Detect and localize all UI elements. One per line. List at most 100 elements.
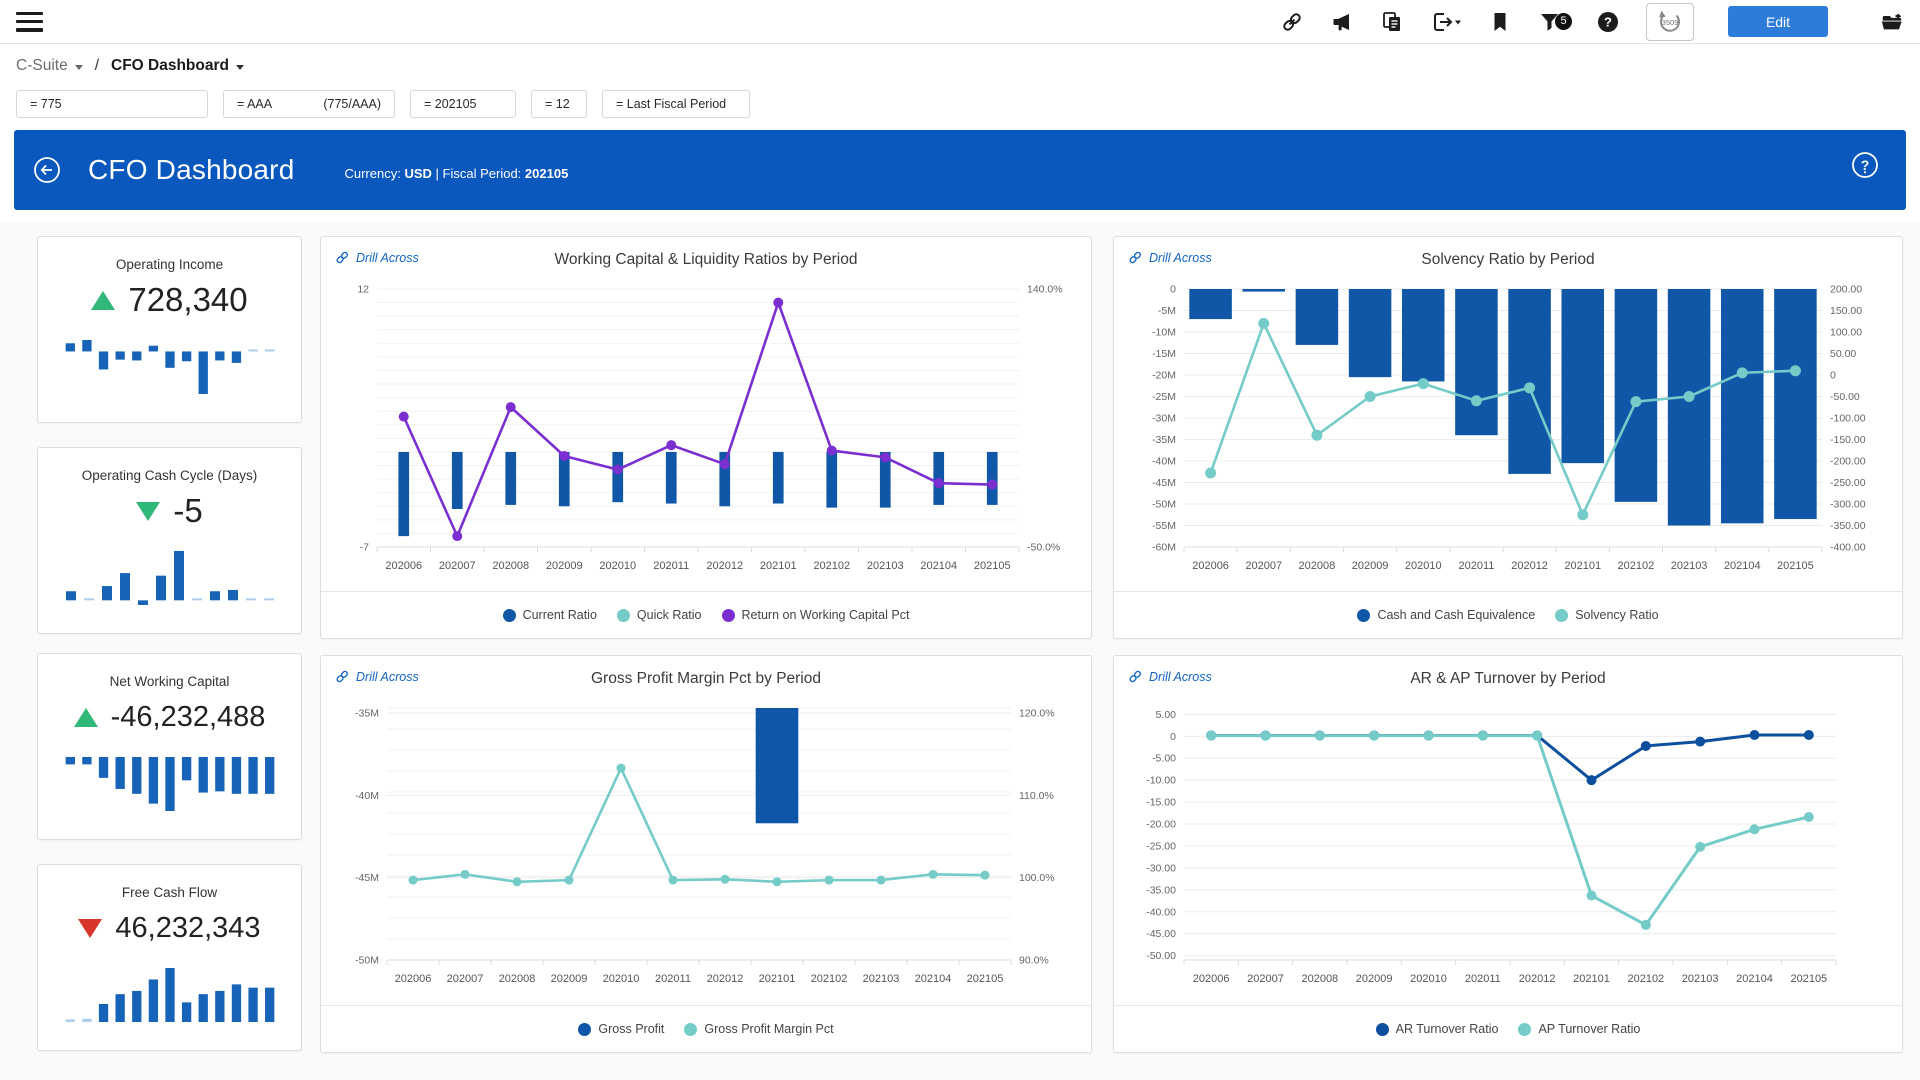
filter-chip-bar: = 775 = AAA(775/AAA) = 202105 = 12 = Las… <box>16 90 750 118</box>
folder-icon[interactable] <box>1880 10 1904 34</box>
chevron-down-icon <box>75 65 83 70</box>
chart-plot[interactable]: 12-7140.0%-50.0%202006202007202008202009… <box>329 281 1085 587</box>
legend-label: Cash and Cash Equivalence <box>1377 608 1535 622</box>
svg-text:202104: 202104 <box>1724 560 1761 572</box>
filter-chip[interactable]: = 202105 <box>410 90 516 118</box>
legend-item[interactable]: AP Turnover Ratio <box>1518 1022 1640 1036</box>
svg-text:202011: 202011 <box>1458 560 1494 572</box>
back-button[interactable] <box>32 155 62 185</box>
svg-text:-35M: -35M <box>355 707 379 719</box>
chart-title: Solvency Ratio by Period <box>1174 251 1842 269</box>
kpi-card-free-cash-flow: Free Cash Flow 46,232,343 <box>37 864 302 1051</box>
chart-plot[interactable]: -35M-40M-45M-50M120.0%110.0%100.0%90.0%2… <box>329 700 1085 1000</box>
legend-item[interactable]: AR Turnover Ratio <box>1376 1022 1499 1036</box>
svg-text:-25.00: -25.00 <box>1146 840 1176 852</box>
chart-title: Working Capital & Liquidity Ratios by Pe… <box>381 251 1031 269</box>
svg-text:202104: 202104 <box>920 560 957 572</box>
legend-label: AP Turnover Ratio <box>1538 1022 1640 1036</box>
svg-text:202101: 202101 <box>1564 560 1601 572</box>
chart-panel-solvency-ratio: Drill Across Solvency Ratio by Period 0-… <box>1113 236 1903 639</box>
svg-text:202102: 202102 <box>813 560 850 572</box>
breadcrumb: C-Suite / CFO Dashboard <box>0 44 244 88</box>
breadcrumb-parent-dropdown[interactable]: C-Suite <box>16 57 83 75</box>
trend-down-icon <box>136 502 160 521</box>
svg-text:100.0%: 100.0% <box>1019 872 1055 884</box>
kpi-sparkline <box>62 549 278 607</box>
svg-text:-55M: -55M <box>1152 520 1176 532</box>
legend-item[interactable]: Solvency Ratio <box>1555 608 1658 622</box>
top-toolbar: 5 ? 3509 Edit <box>0 0 1920 44</box>
menu-icon[interactable] <box>16 12 43 32</box>
svg-text:-5M: -5M <box>1158 305 1176 317</box>
kpi-card-operating-cash-cycle: Operating Cash Cycle (Days) -5 <box>37 447 302 634</box>
edit-button[interactable]: Edit <box>1728 6 1828 37</box>
bookmark-icon[interactable] <box>1488 10 1512 34</box>
svg-text:-25M: -25M <box>1152 391 1176 403</box>
kpi-sparkline <box>62 338 278 396</box>
svg-text:202010: 202010 <box>599 560 636 572</box>
svg-text:50.00: 50.00 <box>1830 348 1856 360</box>
share-link-icon[interactable] <box>1280 10 1304 34</box>
svg-text:0: 0 <box>1170 731 1176 743</box>
copy-icon[interactable] <box>1380 10 1404 34</box>
kpi-card-net-working-capital: Net Working Capital -46,232,488 <box>37 653 302 840</box>
legend-item[interactable]: Return on Working Capital Pct <box>722 608 910 622</box>
legend-label: Quick Ratio <box>637 608 702 622</box>
svg-text:120.0%: 120.0% <box>1019 707 1055 719</box>
svg-text:110.0%: 110.0% <box>1019 790 1054 802</box>
svg-text:-50.00: -50.00 <box>1146 950 1176 962</box>
svg-text:-20M: -20M <box>1152 370 1176 382</box>
svg-text:202007: 202007 <box>439 560 476 572</box>
chart-legend: AR Turnover Ratio AP Turnover Ratio <box>1114 1005 1902 1052</box>
svg-text:-7: -7 <box>360 542 369 554</box>
svg-text:202102: 202102 <box>811 973 848 985</box>
svg-text:-400.00: -400.00 <box>1830 542 1866 554</box>
svg-text:150.00: 150.00 <box>1830 305 1862 317</box>
svg-text:202103: 202103 <box>1682 973 1719 985</box>
svg-text:202101: 202101 <box>1573 973 1610 985</box>
megaphone-icon[interactable] <box>1330 10 1354 34</box>
header-help-icon[interactable]: ? <box>1850 150 1880 185</box>
filter-icon[interactable]: 5 <box>1538 10 1562 34</box>
svg-text:-50M: -50M <box>355 955 379 967</box>
help-icon[interactable]: ? <box>1596 10 1620 34</box>
svg-text:-45M: -45M <box>1152 477 1176 489</box>
svg-text:202011: 202011 <box>655 973 691 985</box>
link-icon <box>1128 250 1143 265</box>
svg-text:-40M: -40M <box>1152 456 1176 468</box>
svg-text:-300.00: -300.00 <box>1830 499 1866 511</box>
svg-text:202011: 202011 <box>653 560 689 572</box>
export-icon[interactable] <box>1430 10 1462 34</box>
svg-text:202010: 202010 <box>1410 973 1447 985</box>
legend-item[interactable]: Gross Profit <box>578 1022 664 1036</box>
filter-chip[interactable]: = AAA(775/AAA) <box>223 90 395 118</box>
chart-plot[interactable]: 0-5M-10M-15M-20M-25M-30M-35M-40M-45M-50M… <box>1122 281 1896 587</box>
legend-item[interactable]: Current Ratio <box>503 608 597 622</box>
breadcrumb-current-dropdown[interactable]: CFO Dashboard <box>111 57 244 75</box>
kpi-title: Free Cash Flow <box>38 885 301 900</box>
revert-icon[interactable]: 3509 <box>1646 3 1694 41</box>
svg-text:202007: 202007 <box>447 973 484 985</box>
svg-text:-50.00: -50.00 <box>1830 391 1860 403</box>
chart-plot[interactable]: 5.000-5.00-10.00-15.00-20.00-25.00-30.00… <box>1122 700 1896 1000</box>
filter-chip[interactable]: = Last Fiscal Period <box>602 90 750 118</box>
legend-item[interactable]: Quick Ratio <box>617 608 702 622</box>
trend-up-icon <box>91 291 115 310</box>
chart-panel-gross-profit-margin: Drill Across Gross Profit Margin Pct by … <box>320 655 1092 1053</box>
kpi-value: 46,232,343 <box>115 912 260 945</box>
header-subtitle: Currency: USD | Fiscal Period: 202105 <box>344 166 568 181</box>
svg-text:202009: 202009 <box>551 973 588 985</box>
legend-item[interactable]: Gross Profit Margin Pct <box>684 1022 833 1036</box>
svg-text:-45.00: -45.00 <box>1146 928 1176 940</box>
svg-text:-350.00: -350.00 <box>1830 520 1866 532</box>
legend-dot <box>1555 609 1568 622</box>
svg-text:202103: 202103 <box>867 560 904 572</box>
legend-item[interactable]: Cash and Cash Equivalence <box>1357 608 1535 622</box>
filter-chip[interactable]: = 12 <box>531 90 587 118</box>
svg-text:-150.00: -150.00 <box>1830 434 1866 446</box>
svg-text:12: 12 <box>357 284 369 296</box>
kpi-sparkline <box>62 755 278 813</box>
legend-dot <box>722 609 735 622</box>
svg-text:202103: 202103 <box>1671 560 1708 572</box>
filter-chip[interactable]: = 775 <box>16 90 208 118</box>
